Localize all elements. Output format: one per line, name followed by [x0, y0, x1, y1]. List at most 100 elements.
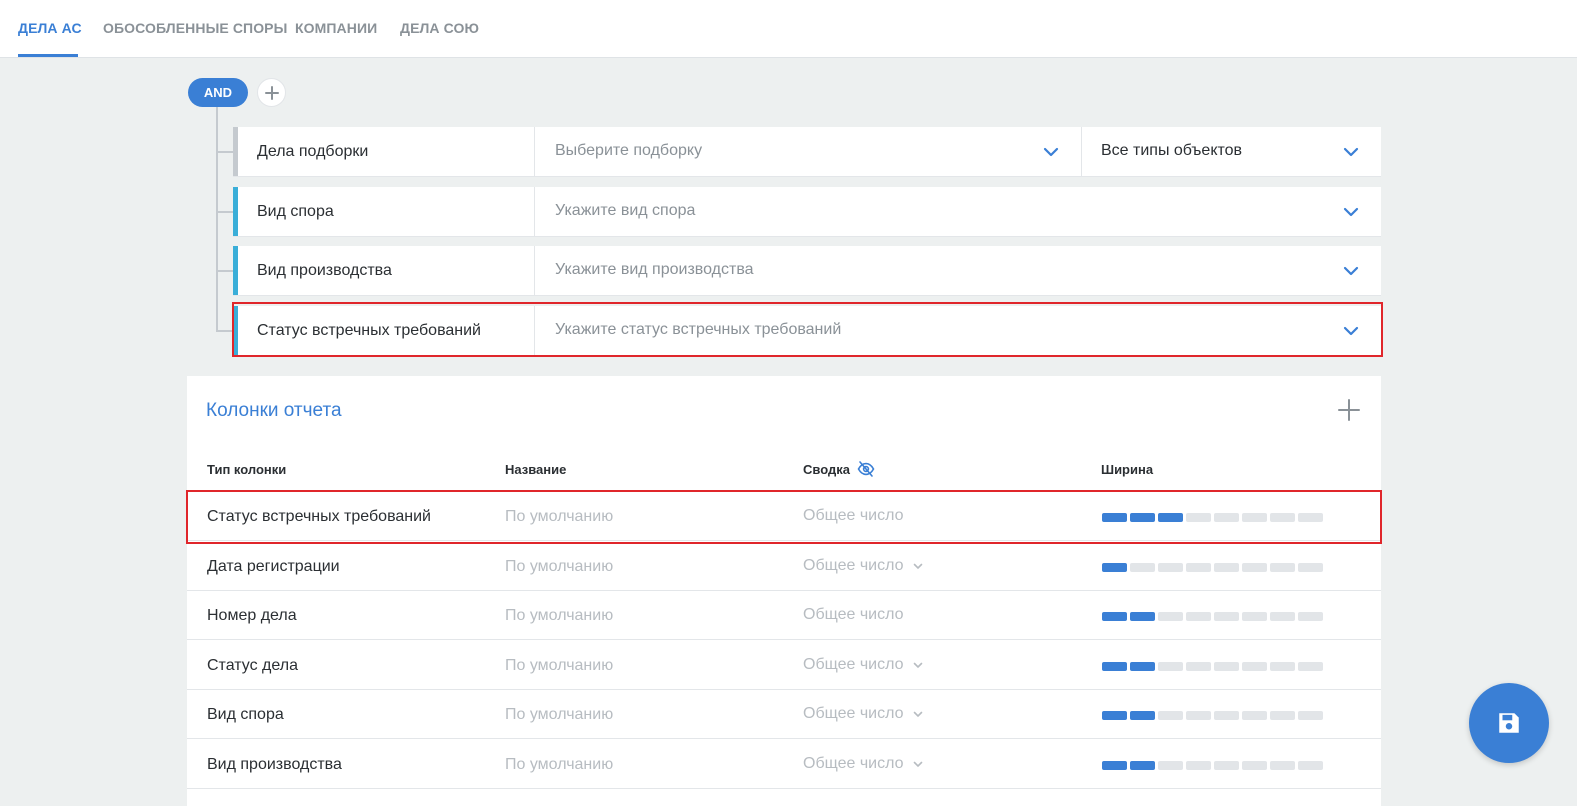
chevron-down-icon[interactable]	[913, 761, 923, 768]
width-segment[interactable]	[1298, 711, 1323, 720]
width-segment[interactable]	[1102, 761, 1127, 770]
table-row[interactable]: Вид производства По умолчанию Общее число	[187, 739, 1381, 789]
divider	[1081, 127, 1082, 176]
width-segment[interactable]	[1186, 761, 1211, 770]
width-selector[interactable]	[1102, 662, 1323, 671]
chevron-down-icon[interactable]	[1343, 147, 1359, 157]
table-row[interactable]: Номер дела По умолчанию Общее число	[187, 590, 1381, 640]
add-condition-button[interactable]	[257, 78, 286, 107]
column-name-input[interactable]: По умолчанию	[505, 558, 613, 576]
eye-off-icon[interactable]	[857, 460, 875, 478]
chevron-down-icon[interactable]	[913, 563, 923, 570]
width-segment[interactable]	[1158, 612, 1183, 621]
width-segment[interactable]	[1130, 563, 1155, 572]
chevron-down-icon[interactable]	[913, 662, 923, 669]
width-segment[interactable]	[1214, 711, 1239, 720]
width-segment[interactable]	[1214, 662, 1239, 671]
chevron-down-icon[interactable]	[913, 711, 923, 718]
width-segment[interactable]	[1298, 761, 1323, 770]
width-segment[interactable]	[1102, 563, 1127, 572]
report-columns-panel: Колонки отчета Тип колонки Название Свод…	[187, 376, 1381, 806]
width-segment[interactable]	[1270, 711, 1295, 720]
header-summary: Сводка	[803, 462, 850, 477]
plus-icon[interactable]	[1338, 399, 1360, 421]
width-segment[interactable]	[1242, 612, 1267, 621]
dispute-type-dropdown[interactable]: Укажите вид спора	[555, 202, 695, 220]
column-type: Вид производства	[207, 756, 342, 773]
width-selector[interactable]	[1102, 761, 1323, 770]
width-segment[interactable]	[1130, 761, 1155, 770]
object-type-dropdown[interactable]: Все типы объектов	[1101, 142, 1242, 160]
width-selector[interactable]	[1102, 711, 1323, 720]
tree-branch	[216, 211, 233, 213]
divider	[534, 127, 535, 176]
summary-select[interactable]: Общее число	[803, 755, 904, 773]
width-segment[interactable]	[1298, 563, 1323, 572]
width-segment[interactable]	[1298, 612, 1323, 621]
width-segment[interactable]	[1298, 662, 1323, 671]
table-row[interactable]: Статус дела По умолчанию Общее число	[187, 640, 1381, 690]
width-segment[interactable]	[1242, 662, 1267, 671]
chevron-down-icon[interactable]	[1343, 266, 1359, 276]
width-segment[interactable]	[1102, 711, 1127, 720]
filter-row-marker	[233, 187, 238, 236]
width-segment[interactable]	[1130, 711, 1155, 720]
width-segment[interactable]	[1102, 662, 1127, 671]
summary-select[interactable]: Общее число	[803, 606, 904, 624]
divider	[534, 187, 535, 236]
tab-kompanii[interactable]: КОМПАНИИ	[295, 20, 377, 36]
tab-dela-sou[interactable]: ДЕЛА СОЮ	[400, 20, 479, 36]
width-segment[interactable]	[1214, 761, 1239, 770]
width-segment[interactable]	[1214, 563, 1239, 572]
width-segment[interactable]	[1242, 761, 1267, 770]
width-selector[interactable]	[1102, 612, 1323, 621]
table-row[interactable]: Дата регистрации По умолчанию Общее число	[187, 541, 1381, 591]
summary-select[interactable]: Общее число	[803, 705, 904, 723]
width-segment[interactable]	[1214, 612, 1239, 621]
chevron-down-icon[interactable]	[1043, 147, 1059, 157]
width-segment[interactable]	[1158, 662, 1183, 671]
width-segment[interactable]	[1130, 612, 1155, 621]
width-segment[interactable]	[1270, 662, 1295, 671]
summary-select[interactable]: Общее число	[803, 656, 904, 674]
width-segment[interactable]	[1242, 563, 1267, 572]
width-segment[interactable]	[1130, 662, 1155, 671]
width-segment[interactable]	[1242, 711, 1267, 720]
tab-obosoblennye-spory[interactable]: ОБОСОБЛЕННЫЕ СПОРЫ	[103, 20, 287, 36]
summary-select[interactable]: Общее число	[803, 557, 904, 575]
header-width: Ширина	[1101, 462, 1154, 477]
width-segment[interactable]	[1186, 711, 1211, 720]
column-name-input[interactable]: По умолчанию	[505, 706, 613, 724]
width-segment[interactable]	[1158, 761, 1183, 770]
filter-row-marker	[233, 246, 238, 295]
column-name-input[interactable]: По умолчанию	[505, 607, 613, 625]
width-segment[interactable]	[1270, 612, 1295, 621]
chevron-down-icon[interactable]	[1343, 207, 1359, 217]
column-type: Дата регистрации	[207, 558, 340, 575]
active-tab-indicator	[18, 54, 78, 57]
table-row[interactable]: Вид спора По умолчанию Общее число	[187, 689, 1381, 739]
width-segment[interactable]	[1186, 563, 1211, 572]
filter-row-vid-spora: Вид спора Укажите вид спора	[233, 187, 1381, 237]
width-selector[interactable]	[1102, 563, 1323, 572]
width-segment[interactable]	[1102, 612, 1127, 621]
highlight-frame	[186, 490, 1382, 544]
tree-branch	[216, 151, 233, 153]
width-segment[interactable]	[1270, 563, 1295, 572]
column-name-input[interactable]: По умолчанию	[505, 756, 613, 774]
width-segment[interactable]	[1158, 711, 1183, 720]
filter-row-dela-podborki: Дела подборки Выберите подборку Все типы…	[233, 127, 1381, 177]
save-button[interactable]	[1469, 683, 1549, 763]
column-name-input[interactable]: По умолчанию	[505, 657, 613, 675]
divider	[534, 246, 535, 295]
width-segment[interactable]	[1186, 612, 1211, 621]
width-segment[interactable]	[1158, 563, 1183, 572]
width-segment[interactable]	[1270, 761, 1295, 770]
selection-dropdown[interactable]: Выберите подборку	[555, 142, 702, 160]
column-type: Вид спора	[207, 706, 284, 723]
tab-dela-as[interactable]: ДЕЛА АС	[18, 20, 82, 36]
proceeding-type-dropdown[interactable]: Укажите вид производства	[555, 261, 754, 279]
filter-label: Вид спора	[257, 203, 334, 220]
and-operator-button[interactable]: AND	[188, 78, 248, 107]
width-segment[interactable]	[1186, 662, 1211, 671]
